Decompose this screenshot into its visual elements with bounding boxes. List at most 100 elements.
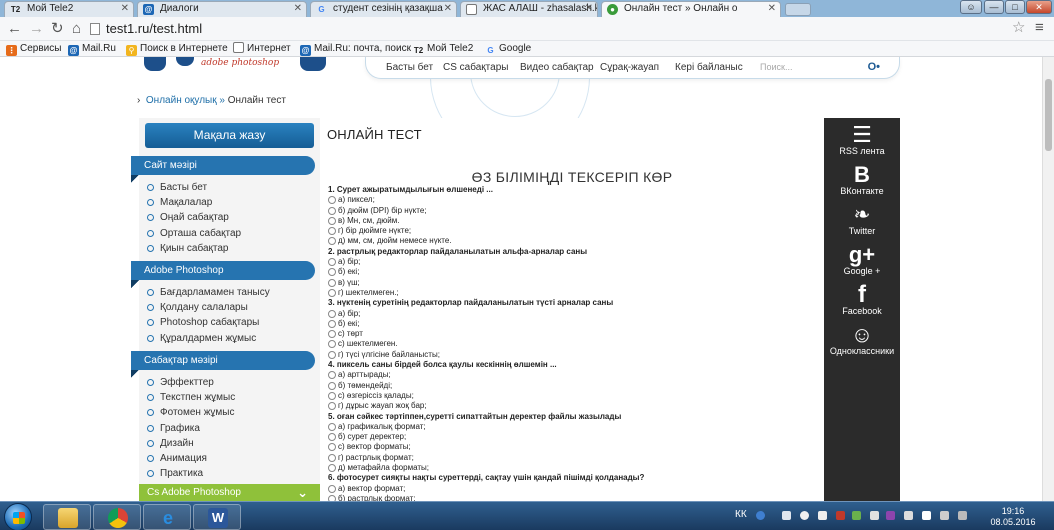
menu-item[interactable]: Мақалалар [147, 195, 241, 210]
menu-item[interactable]: Орташа сабақтар [147, 226, 241, 241]
answer-option[interactable]: с) өзгеріссіз қалады; [328, 391, 824, 401]
radio-button[interactable] [328, 443, 336, 452]
tray-icon[interactable] [782, 511, 791, 520]
taskbar-explorer[interactable] [43, 504, 91, 530]
bookmark-search[interactable]: ⚲ Поиск в Интернете [126, 41, 228, 56]
social-link-ok[interactable]: ☺ Одноклассники [824, 324, 900, 357]
language-indicator[interactable]: КК [735, 509, 747, 520]
browser-tab-online-test[interactable]: ● Онлайн тест » Онлайн о ✕ [601, 1, 781, 17]
write-article-button[interactable]: Мақала жазу [145, 123, 314, 148]
radio-button[interactable] [328, 196, 336, 205]
radio-button[interactable] [328, 278, 336, 287]
new-tab-button[interactable] [785, 3, 811, 16]
menu-item[interactable]: Эффекттер [147, 375, 235, 390]
scrollbar-thumb[interactable] [1045, 79, 1052, 151]
answer-option[interactable]: б) растрлық формат; [328, 494, 824, 501]
answer-option[interactable]: г) растрлық формат; [328, 453, 824, 463]
browser-tab-zhasalash[interactable]: ЖАС АЛАШ - zhasalash.k ✕ [460, 1, 598, 17]
flag-icon[interactable] [958, 511, 967, 520]
radio-button[interactable] [328, 422, 336, 431]
star-icon[interactable]: ☆ [1012, 20, 1025, 35]
menu-item[interactable]: Photoshop сабақтары [147, 315, 270, 330]
taskbar-ie[interactable]: e [143, 504, 191, 530]
close-window-button[interactable]: ✕ [1026, 0, 1052, 14]
answer-option[interactable]: а) бір; [328, 309, 824, 319]
user-icon[interactable]: ☺ [960, 0, 982, 14]
browser-tab-dialogs[interactable]: @ Диалоги ✕ [137, 1, 307, 17]
menu-item[interactable]: Құралдармен жұмыс [147, 331, 270, 346]
radio-button[interactable] [328, 350, 336, 359]
radio-button[interactable] [328, 433, 336, 442]
answer-option[interactable]: с) шектелмеген. [328, 339, 824, 349]
help-icon[interactable] [756, 511, 765, 520]
menu-icon[interactable]: ≡ [1035, 20, 1044, 35]
social-link-google-plus[interactable]: g+ Google + [824, 244, 900, 277]
bookmark-mailru-mail[interactable]: @ Mail.Ru: почта, поиск [300, 41, 411, 56]
close-tab-icon[interactable]: ✕ [121, 2, 129, 16]
radio-button[interactable] [328, 371, 336, 380]
radio-button[interactable] [328, 381, 336, 390]
menu-item[interactable]: Практика [147, 466, 235, 481]
chevron-down-icon[interactable]: ⌄ [297, 484, 308, 501]
radio-button[interactable] [328, 319, 336, 328]
home-icon[interactable]: ⌂ [72, 21, 81, 36]
tray-icon[interactable] [852, 511, 861, 520]
answer-option[interactable]: в) үш; [328, 278, 824, 288]
taskbar-word[interactable]: W [193, 504, 241, 530]
forward-arrow-icon[interactable]: → [29, 21, 44, 36]
menu-item[interactable]: Қиын сабақтар [147, 241, 241, 256]
breadcrumb-link[interactable]: Онлайн оқулық [146, 95, 217, 106]
radio-button[interactable] [328, 268, 336, 277]
nav-feedback[interactable]: Кері байланыс [675, 62, 743, 73]
taskbar-chrome[interactable] [93, 504, 141, 530]
menu-item[interactable]: Басты бет [147, 180, 241, 195]
answer-option[interactable]: б) екі; [328, 267, 824, 277]
maximize-button[interactable]: □ [1005, 0, 1025, 14]
tray-icon[interactable] [940, 511, 949, 520]
cs-photoshop-bar[interactable]: Cs Adobe Photoshop ⌄ [139, 484, 320, 501]
menu-item[interactable]: Текстпен жұмыс [147, 390, 235, 405]
social-link-twitter[interactable]: ❧ Twitter [824, 204, 900, 237]
answer-option[interactable]: д) метафайла форматы; [328, 463, 824, 473]
nav-faq[interactable]: Сұрақ-жауап [600, 62, 659, 73]
tray-icon[interactable] [818, 511, 827, 520]
answer-option[interactable]: а) бір; [328, 257, 824, 267]
answer-option[interactable]: с) төрт [328, 329, 824, 339]
bookmark-tele2[interactable]: T2 Мой Tele2 [413, 41, 473, 56]
social-link-vk[interactable]: B ВКонтакте [824, 164, 900, 197]
browser-tab-google-search[interactable]: G студент сезінің қазақша ✕ [310, 1, 457, 17]
nav-home[interactable]: Басты бет [386, 62, 433, 73]
answer-option[interactable]: г) шектелмеген.; [328, 288, 824, 298]
menu-item[interactable]: Фотомен жұмыс [147, 405, 235, 420]
search-go-icon[interactable]: O• [868, 58, 880, 76]
answer-option[interactable]: в) Мн, см, дюйм. [328, 216, 824, 226]
menu-item[interactable]: Графика [147, 421, 235, 436]
radio-button[interactable] [328, 237, 336, 246]
tray-icon[interactable] [904, 511, 913, 520]
close-tab-icon[interactable]: ✕ [294, 2, 302, 16]
radio-button[interactable] [328, 309, 336, 318]
social-link-facebook[interactable]: f Facebook [824, 283, 900, 317]
answer-option[interactable]: а) пиксел; [328, 195, 824, 205]
radio-button[interactable] [328, 464, 336, 473]
menu-item[interactable]: Бағдарламамен танысу [147, 285, 270, 300]
volume-icon[interactable] [870, 511, 879, 520]
radio-button[interactable] [328, 402, 336, 411]
nav-cs-lessons[interactable]: CS сабақтары [443, 62, 508, 73]
back-arrow-icon[interactable]: ← [7, 21, 22, 36]
answer-option[interactable]: а) вектор формат; [328, 484, 824, 494]
answer-option[interactable]: д) мм, см, дюйм немесе нүкте. [328, 236, 824, 246]
radio-button[interactable] [328, 484, 336, 493]
answer-option[interactable]: г) дұрыс жауап жоқ бар; [328, 401, 824, 411]
tray-icon[interactable] [800, 511, 809, 520]
tray-icon[interactable] [886, 511, 895, 520]
menu-item[interactable]: Анимация [147, 451, 235, 466]
social-link-rss[interactable]: ☰ RSS лента [824, 124, 900, 157]
answer-option[interactable]: б) сурет деректер; [328, 432, 824, 442]
radio-button[interactable] [328, 330, 336, 339]
bookmark-google[interactable]: G Google [485, 41, 531, 56]
close-tab-icon[interactable]: ✕ [444, 2, 452, 16]
tray-icon[interactable] [836, 511, 845, 520]
bookmark-mailru[interactable]: @ Mail.Ru [68, 41, 116, 56]
menu-item[interactable]: Дизайн [147, 436, 235, 451]
